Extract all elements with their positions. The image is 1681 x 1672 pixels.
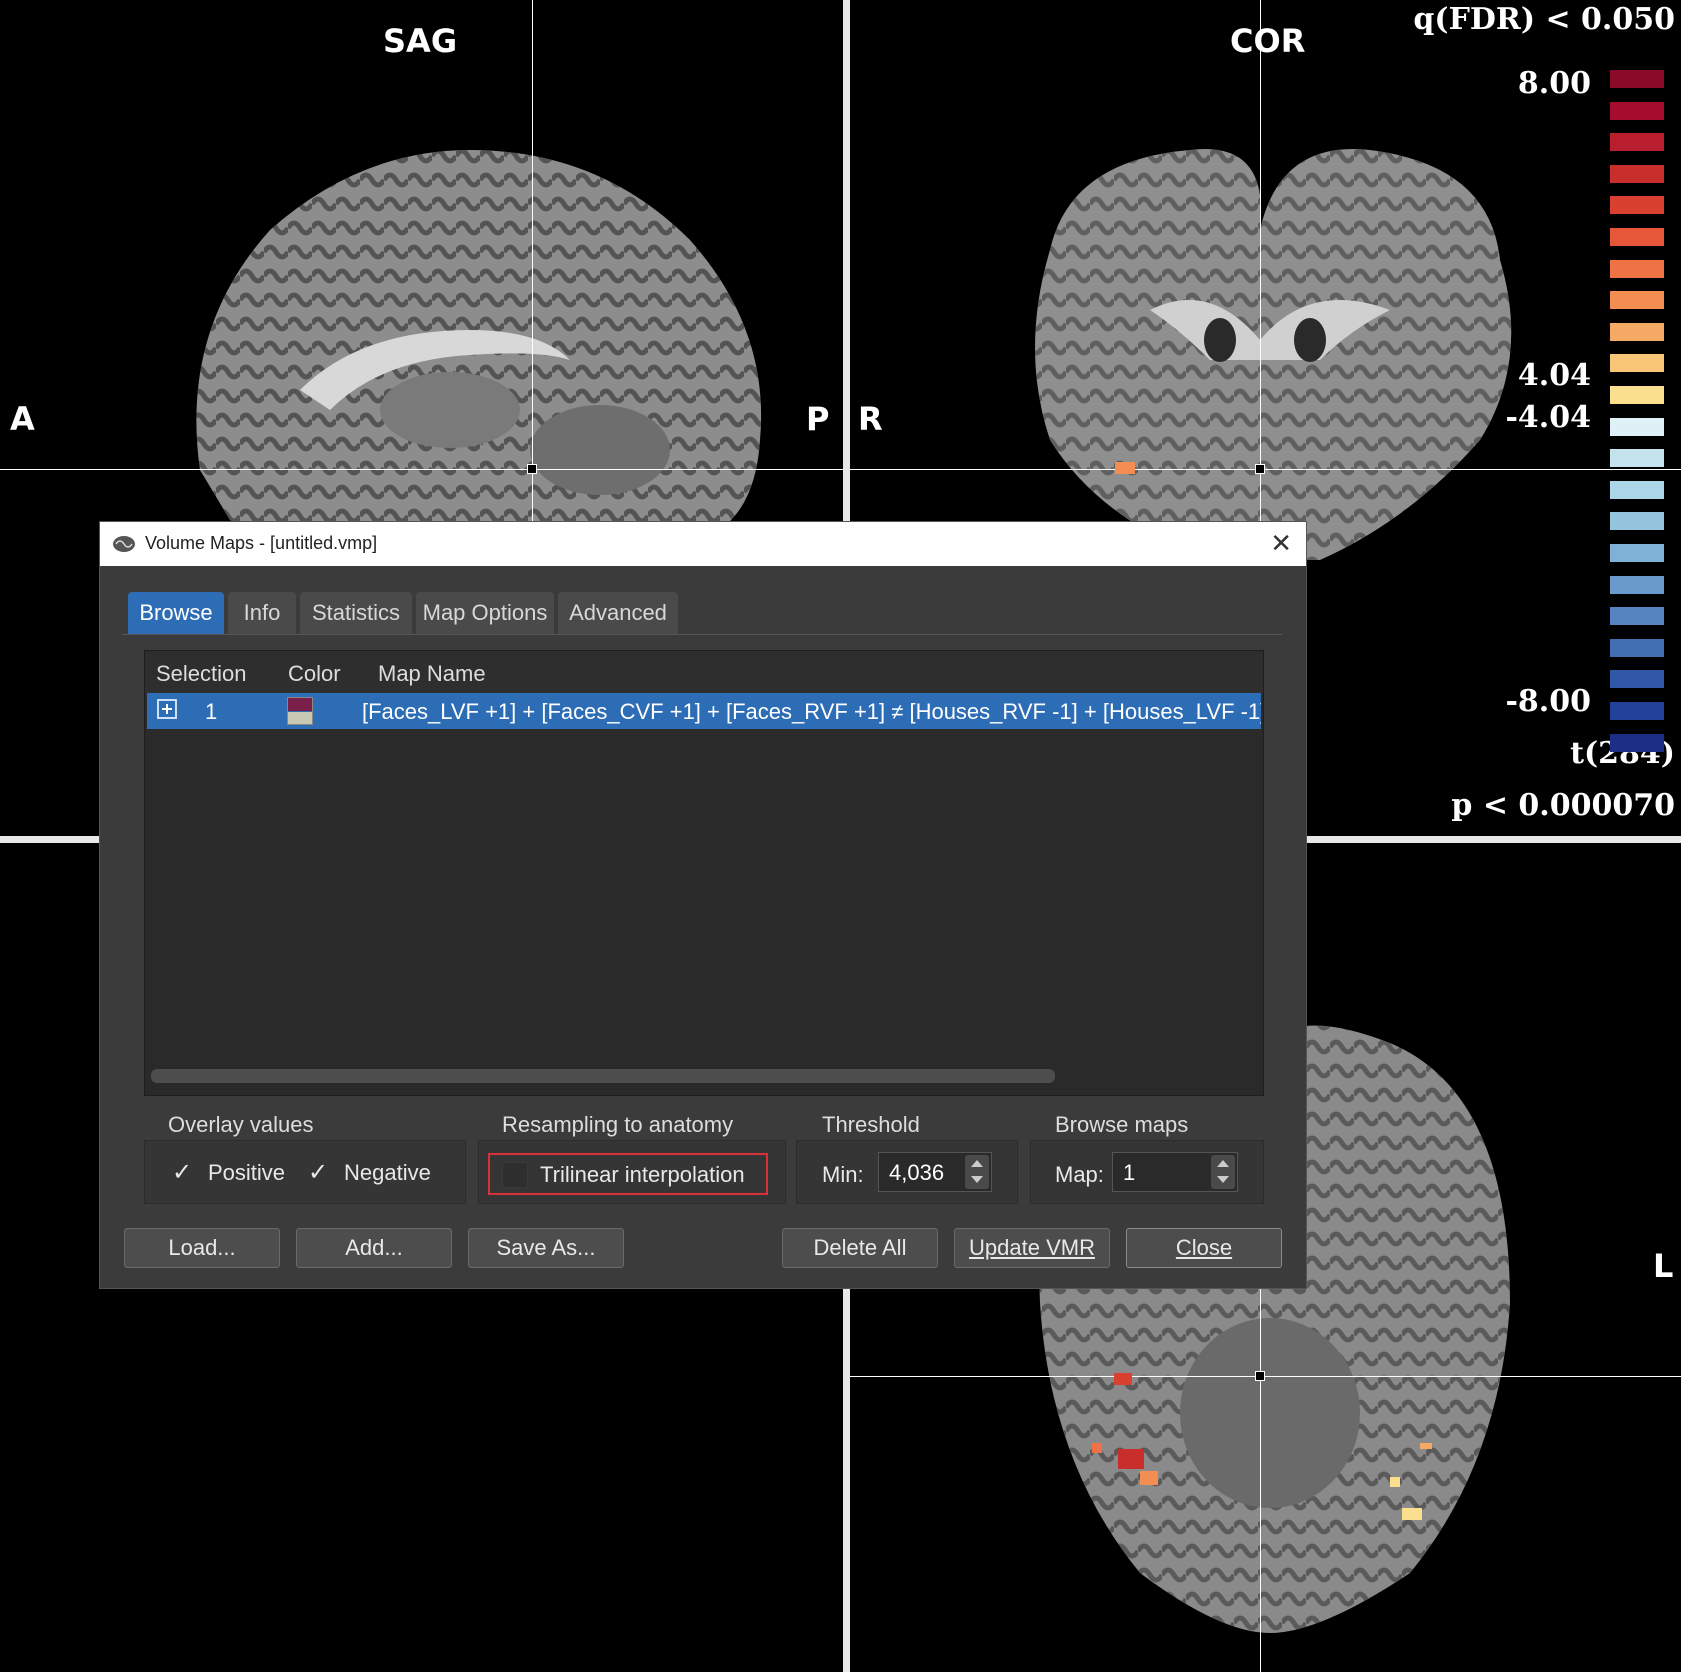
positive-checkbox[interactable]: ✓ Positive [172,1158,292,1188]
color-scale-swatch [1610,322,1664,341]
tab-browse[interactable]: Browse [128,592,224,634]
map-index-value: 1 [1123,1160,1136,1185]
p-value-label: p < 0.000070 [1451,788,1675,823]
map-name: [Faces_LVF +1] + [Faces_CVF +1] + [Faces… [362,699,1261,724]
column-selection[interactable]: Selection [156,661,247,687]
axial-activation-blob [1402,1508,1422,1520]
sag-anterior-label: A [10,400,35,438]
color-scale-swatch [1610,259,1664,278]
update-vmr-button[interactable]: Update VMR [954,1228,1110,1268]
volume-maps-dialog: Volume Maps - [untitled.vmp] ✕ Browse In… [100,522,1306,1288]
map-text: Map: [1055,1162,1104,1187]
color-scale-swatch [1610,512,1664,531]
color-scale-swatch [1610,702,1664,720]
cor-title: COR [1230,22,1306,60]
color-scale-swatch [1610,733,1664,752]
list-header: Selection Color Map Name [145,651,1263,693]
unchecked-box [502,1162,528,1188]
dialog-titlebar[interactable]: Volume Maps - [untitled.vmp] ✕ [100,522,1306,566]
color-scale-swatch [1610,449,1664,468]
cor-crosshair-h [850,469,1681,470]
trilinear-label: Trilinear interpolation [540,1162,745,1187]
sag-title: SAG [383,22,458,60]
horizontal-scrollbar[interactable] [151,1069,1055,1083]
cor-activation-blob [1115,462,1135,474]
cor-crosshair-center [1255,464,1265,474]
color-scale-swatch [1610,480,1664,499]
close-button[interactable]: Close [1126,1228,1282,1268]
cor-right-label: R [858,400,883,438]
color-scale-swatch [1610,575,1664,594]
axial-activation-blob [1114,1373,1132,1385]
color-scale-swatch [1610,354,1664,373]
color-scale-swatch [1610,133,1664,152]
axial-crosshair-h [850,1376,1681,1377]
negative-label: Negative [344,1160,431,1185]
color-scale-swatch [1610,196,1664,215]
brain-icon [113,536,135,552]
color-scale-swatch [1610,607,1664,626]
color-negative [288,712,312,724]
spin-arrows-icon[interactable] [1211,1155,1235,1189]
column-color[interactable]: Color [288,661,341,687]
trilinear-checkbox[interactable]: Trilinear interpolation [502,1162,762,1190]
color-scale-swatch [1610,291,1664,310]
add-button[interactable]: Add... [296,1228,452,1268]
close-icon[interactable]: ✕ [1270,528,1292,559]
sag-crosshair-center [527,464,537,474]
table-row[interactable]: 1 [Faces_LVF +1] + [Faces_CVF +1] + [Fac… [147,693,1261,729]
color-scale-swatch [1610,164,1664,183]
tab-info[interactable]: Info [228,592,296,634]
tab-advanced[interactable]: Advanced [558,592,678,634]
fdr-threshold-label: q(FDR) < 0.050 [1413,2,1675,37]
axial-activation-blob [1140,1471,1158,1485]
spin-arrows-icon[interactable] [965,1155,989,1189]
map-index-spinbox[interactable]: 1 [1112,1152,1238,1192]
color-scale-swatch [1610,544,1664,562]
tab-statistics[interactable]: Statistics [300,592,412,634]
color-scale-swatch [1610,670,1664,689]
positive-label: Positive [208,1160,286,1185]
color-scale-swatch [1610,228,1664,246]
browse-maps-label: Browse maps [1055,1112,1189,1137]
dialog-title: Volume Maps - [untitled.vmp] [145,533,378,553]
row-index: 1 [205,699,218,724]
delete-all-button[interactable]: Delete All [782,1228,938,1268]
threshold-label: Threshold [822,1112,920,1137]
axial-activation-blob [1118,1449,1144,1469]
column-map-name[interactable]: Map Name [378,661,486,687]
color-positive [288,698,312,711]
sag-posterior-label: P [806,400,830,438]
tab-underline [122,634,1282,635]
color-scale-swatch [1610,386,1664,404]
threshold-min-value: 4,036 [889,1160,945,1185]
load-button[interactable]: Load... [124,1228,280,1268]
axial-left-label: L [1653,1247,1674,1285]
save-as-button[interactable]: Save As... [468,1228,624,1268]
axial-activation-blob [1420,1443,1432,1449]
sag-crosshair-h [0,469,843,470]
overlay-values-label: Overlay values [168,1112,314,1137]
scale-neg-min-label: -4.04 [1505,400,1591,435]
checkmark-icon: ✓ [308,1158,329,1186]
checkmark-icon: ✓ [172,1158,193,1186]
resampling-label: Resampling to anatomy [502,1112,734,1137]
axial-activation-blob [1390,1477,1400,1487]
threshold-min-spinbox[interactable]: 4,036 [878,1152,992,1192]
color-scale-swatch [1610,70,1664,88]
expand-icon[interactable] [157,699,177,719]
color-scale-swatch [1610,638,1664,657]
tab-map-options[interactable]: Map Options [416,592,554,634]
axial-crosshair-center [1255,1371,1265,1381]
scale-pos-min-label: 4.04 [1517,358,1591,393]
map-list[interactable]: Selection Color Map Name 1 [Faces_LVF +1… [144,650,1264,1096]
map-color-swatch[interactable] [287,697,313,725]
scale-min-label: -8.00 [1505,684,1591,719]
scale-max-label: 8.00 [1517,66,1591,101]
negative-checkbox[interactable]: ✓ Negative [308,1158,438,1188]
color-scale-swatch [1610,417,1664,436]
min-label: Min: [822,1162,864,1187]
axial-activation-blob [1092,1443,1102,1453]
color-scale-swatch [1610,101,1664,120]
